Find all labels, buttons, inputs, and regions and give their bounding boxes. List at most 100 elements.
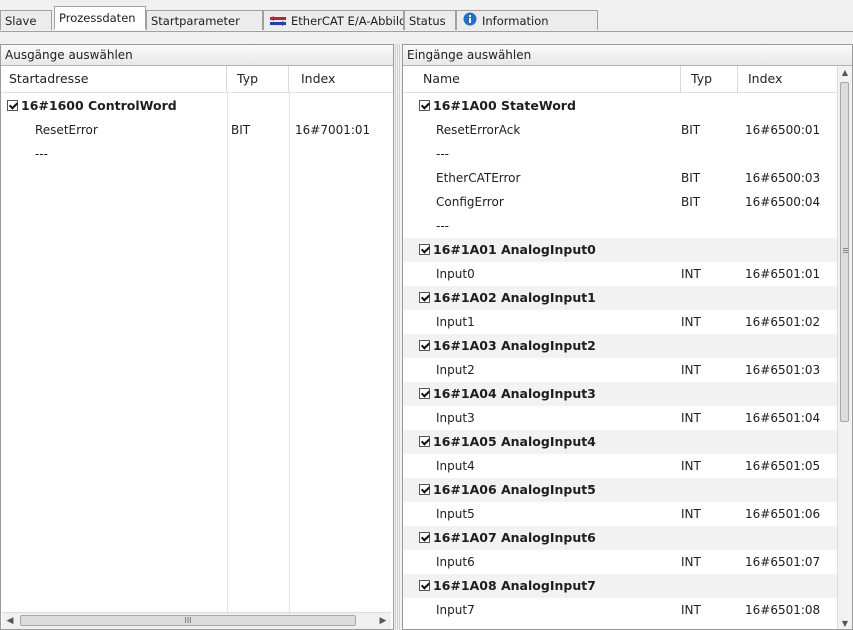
tab-status[interactable]: Status <box>404 10 456 30</box>
checkbox[interactable] <box>419 580 430 591</box>
row-name: 16#1A03 AnalogInput2 <box>433 338 596 353</box>
group-row[interactable]: 16#1A04 AnalogInput3 <box>403 382 838 406</box>
row-index: 16#6500:03 <box>745 171 821 185</box>
scroll-up-icon[interactable]: ▲ <box>838 66 852 80</box>
ethercat-io-icon <box>270 12 286 31</box>
checkbox[interactable] <box>7 100 18 111</box>
header-divider <box>1 92 393 93</box>
table-row[interactable]: Input1 INT 16#6501:02 <box>403 310 838 334</box>
table-row[interactable]: --- <box>1 142 393 166</box>
row-name: Input3 <box>436 411 475 425</box>
table-row[interactable]: Input6 INT 16#6501:07 <box>403 550 838 574</box>
row-index: 16#6501:02 <box>745 315 821 329</box>
table-row[interactable]: ResetErrorAck BIT 16#6500:01 <box>403 118 838 142</box>
group-row[interactable]: 16#1A01 AnalogInput0 <box>403 238 838 262</box>
panel-splitter[interactable] <box>395 44 401 630</box>
inputs-panel-title: Eingänge auswählen <box>403 45 852 66</box>
table-row[interactable]: Input5 INT 16#6501:06 <box>403 502 838 526</box>
row-index: 16#6500:01 <box>745 123 821 137</box>
row-name: --- <box>436 219 449 233</box>
row-name: Input7 <box>436 603 475 617</box>
tab-label: Startparameter <box>151 14 240 28</box>
row-type: BIT <box>681 195 701 209</box>
group-row[interactable]: 16#1A06 AnalogInput5 <box>403 478 838 502</box>
group-row[interactable]: 16#1A07 AnalogInput6 <box>403 526 838 550</box>
row-name: 16#1A07 AnalogInput6 <box>433 530 596 545</box>
checkbox[interactable] <box>419 388 430 399</box>
column-header-typ[interactable]: Typ <box>227 66 289 92</box>
tab-label: Slave <box>5 14 37 28</box>
row-name: ConfigError <box>436 195 504 209</box>
tab-bar: Slave Prozessdaten Startparameter EtherC… <box>0 0 853 32</box>
group-row[interactable]: 16#1A03 AnalogInput2 <box>403 334 838 358</box>
row-type: INT <box>681 363 701 377</box>
checkbox[interactable] <box>419 484 430 495</box>
group-row[interactable]: 16#1A05 AnalogInput4 <box>403 430 838 454</box>
row-index: 16#6501:06 <box>745 507 821 521</box>
scroll-down-icon[interactable]: ▼ <box>838 617 852 629</box>
scrollbar-thumb[interactable] <box>840 82 849 422</box>
column-header-typ[interactable]: Typ <box>681 66 738 92</box>
row-name: Input2 <box>436 363 475 377</box>
scrollbar-thumb[interactable]: III <box>20 615 356 626</box>
checkbox[interactable] <box>419 532 430 543</box>
row-type: INT <box>681 555 701 569</box>
column-header-startadresse[interactable]: Startadresse <box>1 66 227 92</box>
table-row[interactable]: Input4 INT 16#6501:05 <box>403 454 838 478</box>
row-index: 16#6501:04 <box>745 411 821 425</box>
checkbox[interactable] <box>419 292 430 303</box>
row-name: Input5 <box>436 507 475 521</box>
table-row[interactable]: ConfigError BIT 16#6500:04 <box>403 190 838 214</box>
row-name: 16#1600 ControlWord <box>21 98 177 113</box>
row-name: Input6 <box>436 555 475 569</box>
tab-slave[interactable]: Slave <box>0 10 52 30</box>
tab-label: Status <box>409 14 446 28</box>
table-row[interactable]: EtherCATError BIT 16#6500:03 <box>403 166 838 190</box>
tab-label: EtherCAT E/A-Abbild <box>291 14 404 28</box>
row-name: 16#1A00 StateWord <box>433 98 576 113</box>
table-row[interactable]: --- <box>403 214 838 238</box>
scroll-right-icon[interactable]: ▶ <box>375 613 391 629</box>
table-row[interactable]: Input2 INT 16#6501:03 <box>403 358 838 382</box>
row-type: INT <box>681 315 701 329</box>
table-row[interactable]: Input3 INT 16#6501:04 <box>403 406 838 430</box>
column-header-index[interactable]: Index <box>289 66 393 92</box>
table-row[interactable]: Input0 INT 16#6501:01 <box>403 262 838 286</box>
row-type: INT <box>681 603 701 617</box>
row-name: ResetError <box>35 123 98 137</box>
row-type: INT <box>681 267 701 281</box>
table-row[interactable]: ResetError BIT 16#7001:01 <box>1 118 393 142</box>
group-row[interactable]: 16#1600 ControlWord <box>1 94 393 118</box>
row-name: 16#1A05 AnalogInput4 <box>433 434 596 449</box>
checkbox[interactable] <box>419 340 430 351</box>
outputs-panel: Ausgänge auswählen Startadresse Typ Inde… <box>0 44 394 630</box>
tab-ethercat-io[interactable]: EtherCAT E/A-Abbild <box>263 10 404 30</box>
row-name: 16#1A06 AnalogInput5 <box>433 482 596 497</box>
row-name: 16#1A01 AnalogInput0 <box>433 242 596 257</box>
scroll-left-icon[interactable]: ◀ <box>2 613 18 629</box>
tab-information[interactable]: Information <box>456 10 598 30</box>
group-row[interactable]: 16#1A08 AnalogInput7 <box>403 574 838 598</box>
tab-label: Prozessdaten <box>59 11 136 25</box>
tab-prozessdaten[interactable]: Prozessdaten <box>54 6 146 30</box>
vertical-scrollbar[interactable]: ▲ ▼ <box>837 66 852 629</box>
group-row[interactable]: 16#1A02 AnalogInput1 <box>403 286 838 310</box>
header-divider <box>403 92 852 93</box>
row-name: 16#1A04 AnalogInput3 <box>433 386 596 401</box>
checkbox[interactable] <box>419 244 430 255</box>
table-row[interactable]: Input7 INT 16#6501:08 <box>403 598 838 622</box>
checkbox[interactable] <box>419 100 430 111</box>
info-icon <box>463 12 477 31</box>
horizontal-scrollbar[interactable]: ◀ III ▶ <box>2 612 391 629</box>
tab-startparameter[interactable]: Startparameter <box>146 10 263 30</box>
column-header-name[interactable]: Name <box>411 66 681 92</box>
group-row[interactable]: 16#1A00 StateWord <box>403 94 838 118</box>
row-name: --- <box>35 147 48 161</box>
column-header-index[interactable]: Index <box>738 66 838 92</box>
outputs-panel-title: Ausgänge auswählen <box>1 45 393 66</box>
row-name: Input1 <box>436 315 475 329</box>
inputs-panel: Eingänge auswählen Name Typ Index 16#1A0… <box>402 44 853 630</box>
table-row[interactable]: --- <box>403 142 838 166</box>
checkbox[interactable] <box>419 436 430 447</box>
row-type: INT <box>681 507 701 521</box>
